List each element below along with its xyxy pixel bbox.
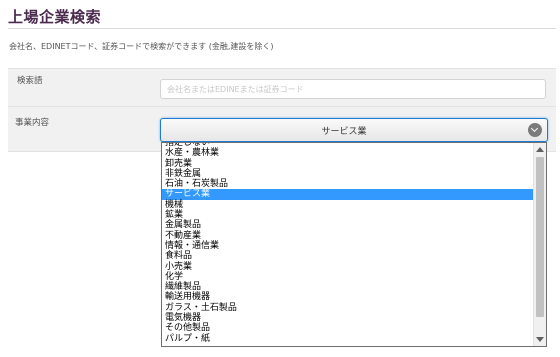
business-option[interactable]: 繊維製品: [162, 282, 534, 292]
business-option[interactable]: 輸送用機器: [162, 292, 534, 302]
business-option[interactable]: 水産・農林業: [162, 148, 534, 158]
business-option[interactable]: 金属製品: [162, 220, 534, 230]
dropdown-scrollbar[interactable]: [533, 143, 546, 346]
scroll-up-arrow-icon[interactable]: [536, 147, 544, 152]
business-option[interactable]: サービス業: [162, 189, 534, 200]
business-dropdown-list[interactable]: 指定しない 水産・農林業 卸売業 非鉄金属 石油・石炭製品 サービス業 機械 鉱業 金属製品 不動…: [161, 142, 547, 347]
chevron-down-icon[interactable]: [528, 123, 542, 137]
business-option[interactable]: 食料品: [162, 251, 534, 261]
business-options: 指定しない 水産・農林業 卸売業 非鉄金属 石油・石炭製品 サービス業 機械 鉱業 金属製品 不動…: [162, 143, 534, 344]
business-option[interactable]: 石油・石炭製品: [162, 179, 534, 189]
search-description: 会社名、EDINETコード、証券コードで検索ができます (金融,建設を除く): [9, 42, 274, 51]
form-row-divider: [8, 106, 556, 107]
keyword-input[interactable]: [160, 79, 546, 99]
business-option[interactable]: 非鉄金属: [162, 169, 534, 179]
business-option[interactable]: 電気機器: [162, 313, 534, 323]
business-option[interactable]: その他製品: [162, 323, 534, 333]
scroll-thumb[interactable]: [536, 157, 544, 317]
business-select[interactable]: サービス業: [160, 118, 548, 142]
business-label: 事業内容: [15, 118, 50, 128]
business-option[interactable]: 不動産業: [162, 231, 534, 241]
business-option[interactable]: 情報・通信業: [162, 241, 534, 251]
business-option[interactable]: 機械: [162, 200, 534, 210]
business-option[interactable]: 化学: [162, 272, 534, 282]
page-title: 上場企業検索: [8, 8, 102, 26]
title-divider: [8, 28, 556, 29]
scroll-down-arrow-icon[interactable]: [536, 337, 544, 342]
business-option[interactable]: パルプ・紙: [162, 334, 534, 344]
business-option[interactable]: 卸売業: [162, 159, 534, 169]
business-option[interactable]: 小売業: [162, 262, 534, 272]
business-select-value: サービス業: [321, 127, 367, 137]
keyword-label: 検索語: [17, 76, 43, 86]
business-option[interactable]: ガラス・土石製品: [162, 303, 534, 313]
business-option[interactable]: 鉱業: [162, 210, 534, 220]
